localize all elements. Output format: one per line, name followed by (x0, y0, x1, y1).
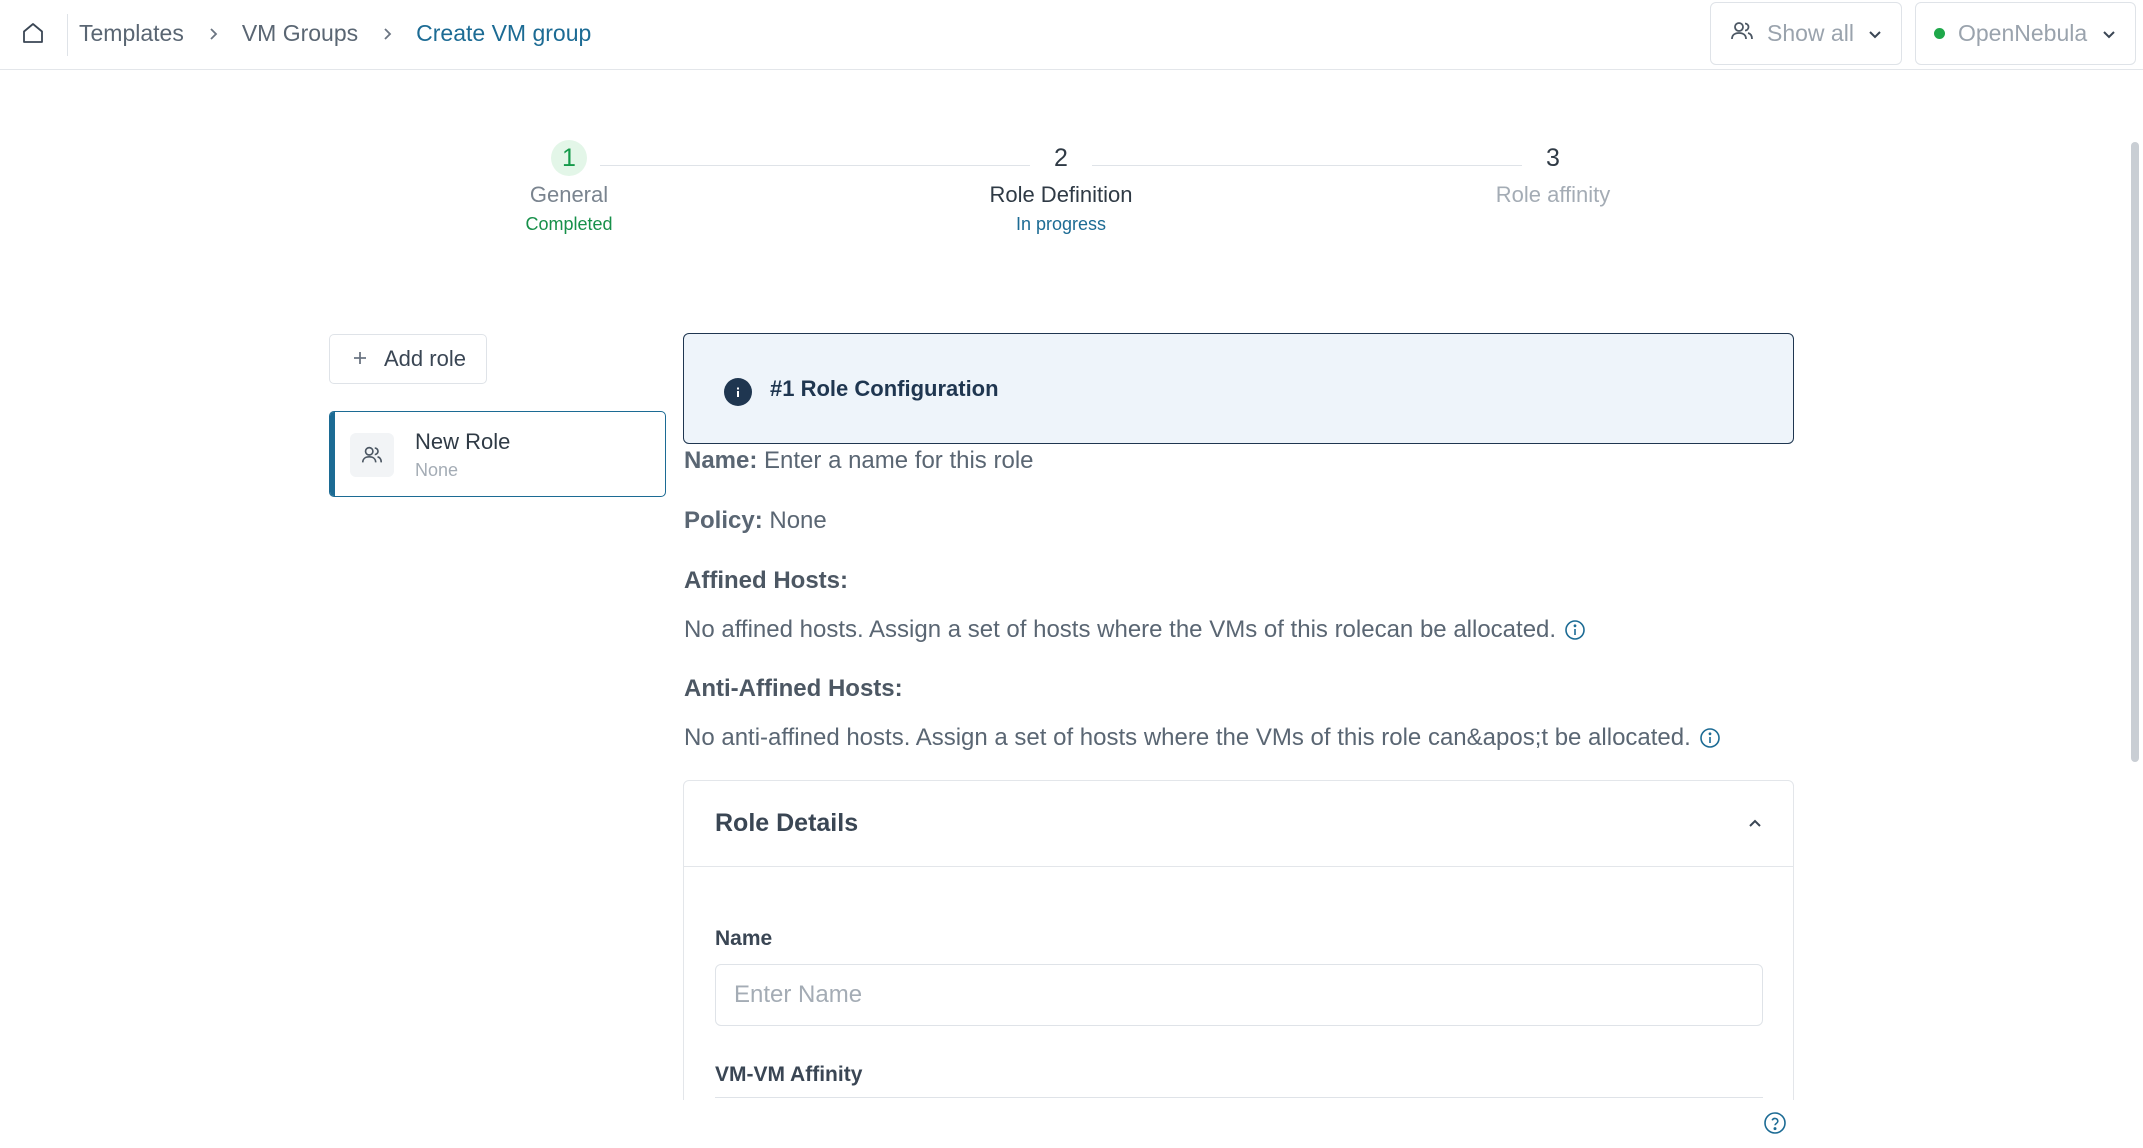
help-icon (1763, 1111, 1787, 1140)
policy-label: Policy: (684, 507, 763, 534)
banner-title: #1 Role Configuration (770, 375, 999, 401)
stepper: 1 General Completed 2 Role Definition In… (0, 140, 2143, 250)
role-details-title: Role Details (715, 809, 859, 837)
affined-hosts-text: No affined hosts. Assign a set of hosts … (684, 616, 1557, 643)
zone-label: OpenNebula (1958, 20, 2088, 46)
step-number: 3 (1546, 144, 1560, 172)
role-name: New Role (415, 429, 511, 454)
affined-hosts-title: Affined Hosts: (684, 567, 848, 594)
help-button[interactable] (1762, 1111, 1788, 1140)
top-header: Templates VM Groups Create VM group Show… (0, 0, 2143, 70)
anti-affined-hosts-title: Anti-Affined Hosts: (684, 675, 903, 702)
name-input[interactable] (715, 964, 1763, 1026)
role-card[interactable]: New Role None (329, 411, 666, 497)
step-status: Completed (525, 214, 613, 234)
add-role-button[interactable]: Add role (329, 334, 487, 384)
breadcrumb: Templates VM Groups Create VM group (79, 20, 591, 47)
show-all-button[interactable]: Show all (1710, 2, 1902, 65)
home-button[interactable] (18, 20, 48, 50)
chevron-right-icon (376, 23, 398, 45)
anti-affined-hosts-text: No anti-affined hosts. Assign a set of h… (684, 724, 1691, 751)
chevron-up-icon[interactable] (1747, 816, 1763, 832)
header-divider (67, 14, 68, 56)
breadcrumb-create-vm-group: Create VM group (416, 20, 592, 46)
role-policy-summary: Policy: None (684, 507, 827, 535)
anti-affined-hosts-text-row: No anti-affined hosts. Assign a set of h… (684, 724, 1721, 752)
vm-vm-affinity-field-edge (715, 1097, 1763, 1098)
role-configuration-banner: #1 Role Configuration (683, 333, 1794, 444)
affined-hosts-text-row: No affined hosts. Assign a set of hosts … (684, 616, 1586, 644)
info-icon[interactable] (1699, 727, 1721, 749)
role-details-header[interactable]: Role Details (684, 781, 1793, 867)
step-general[interactable]: 1 General Completed (439, 140, 699, 235)
name-field-label: Name (715, 927, 773, 950)
users-icon (350, 433, 394, 477)
info-icon (724, 377, 752, 406)
show-all-label: Show all (1767, 20, 1854, 46)
breadcrumb-templates[interactable]: Templates (79, 20, 184, 47)
info-icon[interactable] (1564, 619, 1586, 641)
step-number: 1 (551, 140, 587, 176)
step-number: 2 (1054, 144, 1068, 172)
role-name-summary: Name: Enter a name for this role (684, 447, 1034, 475)
role-details-panel: Role Details Name VM-VM Affinity (683, 780, 1794, 1148)
name-label: Name: (684, 447, 758, 474)
plus-icon (352, 347, 368, 371)
step-role-definition[interactable]: 2 Role Definition In progress (931, 140, 1191, 235)
role-card-active-indicator (330, 412, 335, 496)
step-title: General (529, 182, 609, 207)
chevron-down-icon (1867, 26, 1883, 42)
zone-status-dot (1934, 28, 1945, 39)
name-value: Enter a name for this role (764, 447, 1034, 474)
policy-value: None (769, 507, 827, 534)
vm-vm-affinity-label: VM-VM Affinity (715, 1063, 863, 1086)
step-title: Role Definition (989, 182, 1133, 207)
zone-selector[interactable]: OpenNebula (1915, 2, 2136, 65)
step-status: In progress (1015, 214, 1107, 234)
add-role-label: Add role (384, 346, 466, 371)
breadcrumb-vm-groups[interactable]: VM Groups (242, 20, 358, 47)
chevron-down-icon (2101, 26, 2117, 42)
step-title: Role affinity (1495, 182, 1611, 207)
role-subtitle: None (415, 460, 459, 480)
users-icon (1729, 18, 1755, 50)
home-icon (21, 21, 45, 50)
viewport-bottom (0, 1100, 2131, 1148)
step-role-affinity[interactable]: 3 Role affinity (1423, 140, 1683, 208)
chevron-right-icon (202, 23, 224, 45)
